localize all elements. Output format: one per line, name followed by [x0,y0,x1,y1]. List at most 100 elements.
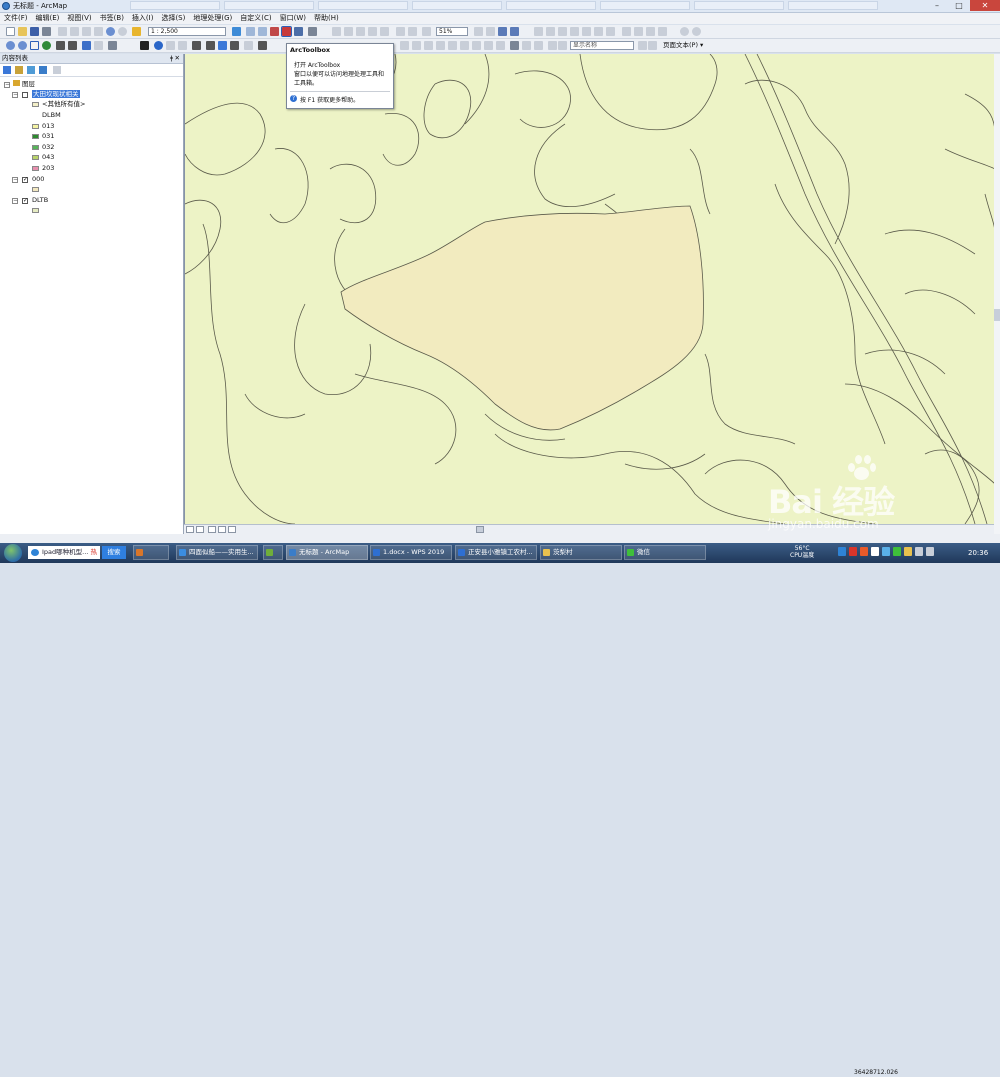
gray-tool-icon[interactable] [692,27,701,36]
gray-tool-icon[interactable] [472,41,481,50]
print-icon[interactable] [42,27,51,36]
layout-tool-icon[interactable] [498,27,507,36]
list-by-drawing-order-icon[interactable] [3,66,11,74]
gray-tool-icon[interactable] [646,27,655,36]
gray-tool-icon[interactable] [460,41,469,50]
gray-tool-icon[interactable] [332,27,341,36]
model-builder-icon[interactable] [308,27,317,36]
pin-icon[interactable]: ǂ [170,54,173,63]
close-button[interactable]: ✕ [970,0,1000,11]
menu-selection[interactable]: 选择(S) [157,13,189,24]
taskbar-search-button[interactable]: 搜索 [102,546,126,559]
search-window-icon[interactable] [270,27,279,36]
gray-tool-icon[interactable] [522,41,531,50]
gray-tool-icon[interactable] [534,27,543,36]
gray-tool-icon[interactable] [622,27,631,36]
cut-icon[interactable] [58,27,67,36]
identify-icon[interactable] [154,41,163,50]
arctoolbox-icon[interactable] [281,26,292,37]
gray-tool-icon[interactable] [658,27,667,36]
table-of-contents-icon[interactable] [246,27,255,36]
html-popup-icon[interactable] [178,41,187,50]
gray-tool-icon[interactable] [448,41,457,50]
display-name-dropdown[interactable]: 显示名称 [570,41,634,50]
wechat-tray-icon[interactable] [893,547,901,556]
gray-tool-icon[interactable] [570,27,579,36]
gray-tool-icon[interactable] [582,27,591,36]
taskbar-wps[interactable]: 1.docx - WPS 2019 [370,545,452,560]
network-icon[interactable] [915,547,923,556]
gray-tool-icon[interactable] [436,41,445,50]
taskbar-browser[interactable]: 四面似船——实用生... [176,545,258,560]
select-elements-icon[interactable] [140,41,149,50]
gray-tool-icon[interactable] [680,27,689,36]
layout-tool-icon[interactable] [510,27,519,36]
gray-tool-icon[interactable] [594,27,603,36]
tray-icon[interactable] [904,547,912,556]
expand-layer2-icon[interactable]: − [12,177,18,183]
fixed-zoom-out-icon[interactable] [68,41,77,50]
save-icon[interactable] [30,27,39,36]
menu-view[interactable]: 视图(V) [63,13,95,24]
tray-icon[interactable] [838,547,846,556]
input-method-icon[interactable] [860,547,868,556]
taskbar-search-box[interactable]: Ipad哪种机型... 热 [28,546,100,559]
gray-tool-icon[interactable] [412,41,421,50]
next-page-icon[interactable] [638,41,647,50]
find-route-icon[interactable] [218,41,227,50]
microphone-icon[interactable] [882,547,890,556]
gray-tool-icon[interactable] [396,27,405,36]
tray-icon[interactable] [849,547,857,556]
taskbar-document[interactable]: 正安县小雅镇工农村... [455,545,537,560]
prev-page-icon[interactable] [558,41,567,50]
maximize-button[interactable]: □ [948,0,970,11]
minimize-button[interactable]: – [926,0,948,11]
gray-tool-icon[interactable] [510,41,519,50]
gray-tool-icon[interactable] [558,27,567,36]
menu-customize[interactable]: 自定义(C) [236,13,275,24]
list-by-source-icon[interactable] [15,66,23,74]
horizontal-scrollbar-thumb[interactable] [476,526,484,533]
hyperlink-icon[interactable] [166,41,175,50]
expand-layers-icon[interactable]: − [4,82,10,88]
options-icon[interactable] [53,66,61,74]
select-features-icon[interactable] [108,41,117,50]
delete-icon[interactable] [94,27,103,36]
fixed-zoom-in-icon[interactable] [56,41,65,50]
page-text-menu[interactable]: 页面文本(P) ▾ [663,40,703,51]
list-by-selection-icon[interactable] [39,66,47,74]
start-button[interactable] [4,544,22,562]
first-page-icon[interactable] [548,41,557,50]
gray-tool-icon[interactable] [344,27,353,36]
vertical-scrollbar-thumb[interactable] [994,309,1000,321]
copy-icon[interactable] [70,27,79,36]
gray-tool-icon[interactable] [422,27,431,36]
measure-icon[interactable] [192,41,201,50]
layout-tool-icon[interactable] [474,27,483,36]
undo-icon[interactable] [106,27,115,36]
taskbar-arcmap[interactable]: 无标题 - ArcMap [286,545,368,560]
layout-view-icon[interactable] [196,526,204,533]
python-window-icon[interactable] [294,27,303,36]
pause-drawing-icon[interactable] [218,526,226,533]
go-to-xy-icon[interactable] [230,41,239,50]
last-page-icon[interactable] [648,41,657,50]
taskbar-folder[interactable]: 茨梨村 [540,545,622,560]
gray-tool-icon[interactable] [546,27,555,36]
menu-edit[interactable]: 编辑(E) [32,13,64,24]
layer2-name[interactable]: 000 [32,175,44,184]
expand-layer3-icon[interactable]: − [12,198,18,204]
map-scale-input[interactable]: 1 : 2,500 [148,27,226,36]
layers-root[interactable]: 图层 [13,80,35,89]
volume-icon[interactable] [926,547,934,556]
map-canvas[interactable] [184,54,995,524]
vertical-scrollbar[interactable] [994,54,1000,534]
list-by-visibility-icon[interactable] [27,66,35,74]
gray-tool-icon[interactable] [380,27,389,36]
find-icon[interactable] [206,41,215,50]
expand-layer1-icon[interactable]: − [12,92,18,98]
layer3-name[interactable]: DLTB [32,196,48,205]
layout-zoom-percent[interactable]: 51% [436,27,468,36]
scroll-left-icon[interactable] [228,526,236,533]
pan-icon[interactable] [30,41,39,50]
